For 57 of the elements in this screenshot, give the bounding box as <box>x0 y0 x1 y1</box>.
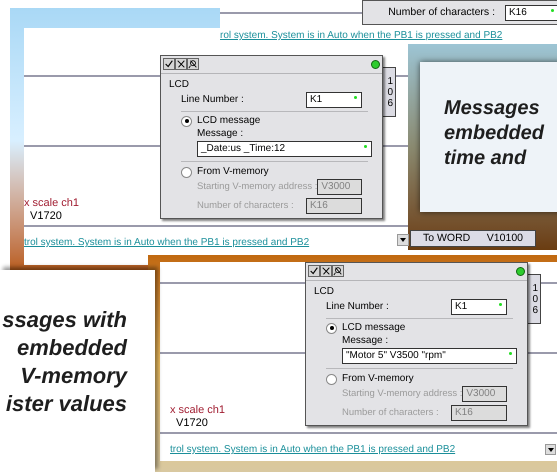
radio-label: LCD message <box>342 322 406 334</box>
field-label: Message : <box>196 128 244 140</box>
check-icon[interactable] <box>163 58 175 70</box>
field-label: Number of characters : <box>388 4 495 20</box>
radio-label: From V-memory <box>197 166 269 178</box>
dialog-title: LCD <box>169 79 190 91</box>
rung-value: V1720 <box>176 416 208 431</box>
scroll-down-icon[interactable] <box>397 234 409 246</box>
to-word-button[interactable]: To WORD V10100 <box>410 230 536 247</box>
field-label: Number of characters : <box>197 200 294 212</box>
radio-label: From V-memory <box>342 373 414 385</box>
radio-button[interactable] <box>326 374 337 384</box>
caption-line: Messages <box>444 96 541 121</box>
button-label: To WORD <box>423 230 470 246</box>
caption-line: ister values <box>6 390 127 418</box>
side-digit: 1 <box>532 283 538 294</box>
search-icon[interactable] <box>332 265 344 277</box>
radio-button[interactable] <box>181 166 192 178</box>
field-label: Number of characters : <box>342 407 439 419</box>
status-led-icon <box>371 60 380 68</box>
rung-comment: rol system. System is in Auto when the PB1 is pressed and PB2 <box>220 30 502 42</box>
side-digit: 0 <box>532 294 538 305</box>
side-digit: 0 <box>387 87 393 98</box>
rung-comment: trol system. System is in Auto when the PB1 is pressed and PB2 <box>170 444 456 456</box>
caption-line: time and <box>444 146 528 171</box>
field-label: Starting V-memory address : <box>342 388 462 400</box>
field-label: Line Number : <box>181 94 244 106</box>
radio-button[interactable] <box>181 116 192 126</box>
side-digit: 6 <box>387 98 393 109</box>
message-field[interactable]: _Date:us _Time:12 <box>197 141 372 157</box>
dialog-title: LCD <box>314 286 336 298</box>
status-led-icon <box>516 266 525 276</box>
search-icon[interactable] <box>187 58 199 70</box>
check-icon[interactable] <box>308 265 320 277</box>
caption-line: embedded <box>16 334 127 362</box>
side-digit: 1 <box>387 76 393 87</box>
field-label: Starting V-memory address : <box>197 181 318 193</box>
characters-field[interactable]: K16 <box>505 4 557 20</box>
button-value: V10100 <box>486 230 523 246</box>
message-field[interactable]: "Motor 5" V3500 "rpm" <box>342 348 517 364</box>
close-icon[interactable] <box>175 58 187 70</box>
rung-label: x scale ch1 <box>24 196 80 211</box>
side-digit: 6 <box>532 305 538 316</box>
field-label: Message : <box>341 335 390 347</box>
rung-label: x scale ch1 <box>170 403 226 418</box>
line-number-field[interactable]: K1 <box>306 92 362 108</box>
caption-line: embedded <box>444 121 546 146</box>
radio-label: LCD message <box>197 115 260 127</box>
caption-line: ssages with <box>2 306 127 334</box>
caption-line: V-memory <box>20 362 127 390</box>
radio-button[interactable] <box>326 322 337 334</box>
rung-value: V1720 <box>30 209 62 224</box>
line-number-field[interactable]: K1 <box>451 299 507 315</box>
close-icon[interactable] <box>320 265 332 277</box>
rung-comment: trol system. System is in Auto when the PB1 is pressed and PB2 <box>24 237 310 249</box>
field-label: Line Number : <box>326 301 389 313</box>
scroll-down-icon[interactable] <box>545 444 556 455</box>
